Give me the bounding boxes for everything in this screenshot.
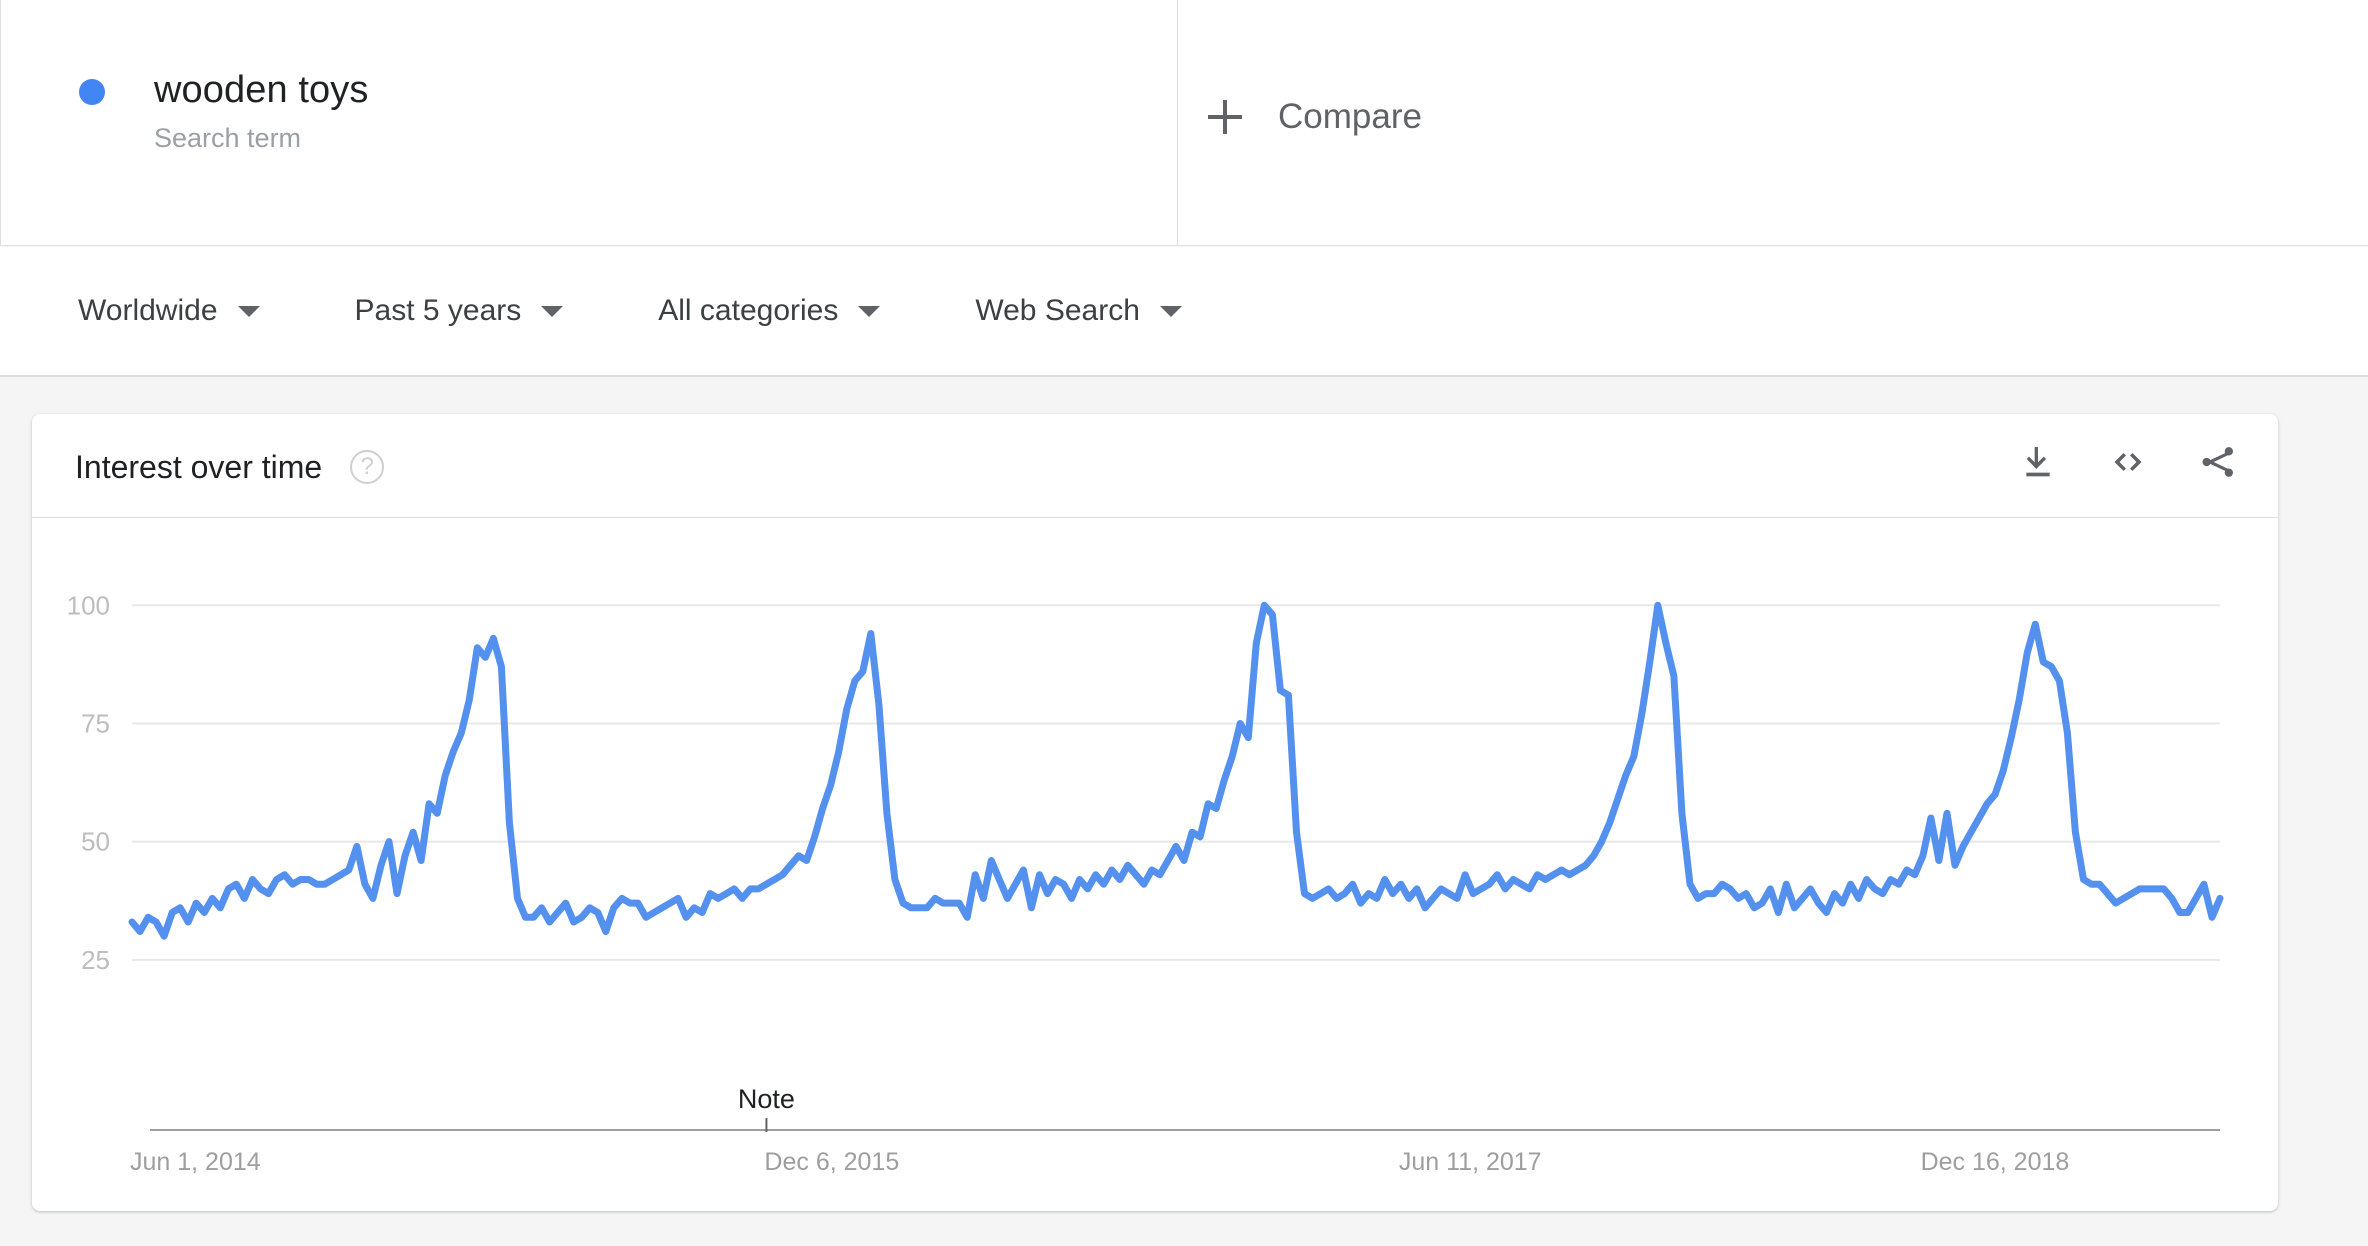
share-button[interactable] bbox=[2196, 440, 2240, 484]
chevron-down-icon bbox=[237, 305, 260, 317]
interest-over-time-card: Interest over time ? 25 50 75 100 Note J… bbox=[32, 414, 2278, 1211]
plus-icon bbox=[1208, 100, 1242, 134]
search-term-label: wooden toys bbox=[154, 69, 369, 111]
page-title: Interest over time bbox=[75, 449, 323, 485]
time-range-filter-label: Past 5 years bbox=[354, 294, 522, 327]
card-header: Interest over time ? bbox=[32, 414, 2278, 518]
card-actions bbox=[2016, 440, 2240, 484]
compare-card[interactable]: Compare bbox=[1178, 0, 2368, 245]
category-filter-label: All categories bbox=[658, 294, 839, 327]
x-axis-tick-label: Dec 16, 2018 bbox=[1921, 1148, 2070, 1176]
x-axis-tick-label: Jun 1, 2014 bbox=[130, 1148, 261, 1176]
filter-bar: Worldwide Past 5 years All categories We… bbox=[0, 247, 2368, 377]
download-csv-button[interactable] bbox=[2016, 440, 2060, 484]
note-annotation[interactable]: Note bbox=[738, 1084, 795, 1114]
time-range-filter[interactable]: Past 5 years bbox=[355, 293, 564, 329]
search-term-bar: wooden toys Search term Compare bbox=[0, 0, 2368, 246]
y-axis-tick-label: 100 bbox=[67, 590, 110, 620]
chart-plot-area: 25 50 75 100 Note Jun 1, 2014 Dec 6, 2015 Jun 1… bbox=[32, 518, 2278, 1211]
card-title-wrap: Interest over time ? bbox=[75, 447, 385, 487]
series-line-wooden-toys[interactable] bbox=[128, 601, 2224, 940]
chevron-down-icon bbox=[858, 305, 881, 317]
search-term-card[interactable]: wooden toys Search term bbox=[0, 0, 1178, 245]
help-glyph: ? bbox=[360, 453, 374, 480]
search-term-type: Search term bbox=[154, 123, 302, 153]
compare-label: Compare bbox=[1278, 97, 1422, 136]
chevron-down-icon bbox=[541, 305, 564, 317]
search-term-content: wooden toys Search term bbox=[79, 66, 368, 155]
search-type-filter[interactable]: Web Search bbox=[975, 293, 1182, 329]
y-axis-tick-label: 25 bbox=[81, 945, 110, 975]
series-color-dot bbox=[79, 79, 105, 105]
location-filter-label: Worldwide bbox=[78, 294, 218, 327]
x-axis-tick-label: Dec 6, 2015 bbox=[764, 1148, 899, 1176]
y-axis-tick-label: 75 bbox=[81, 708, 110, 738]
category-filter[interactable]: All categories bbox=[658, 293, 881, 329]
location-filter[interactable]: Worldwide bbox=[78, 293, 260, 329]
chevron-down-icon bbox=[1159, 305, 1182, 317]
interest-over-time-chart[interactable]: 25 50 75 100 Note Jun 1, 2014 Dec 6, 2015 Jun 1… bbox=[32, 518, 2278, 1211]
embed-button[interactable] bbox=[2106, 440, 2150, 484]
help-circle-icon[interactable]: ? bbox=[350, 450, 385, 484]
add-comparison-button[interactable]: Compare bbox=[1208, 96, 1422, 138]
x-axis-tick-label: Jun 11, 2017 bbox=[1399, 1148, 1542, 1176]
y-axis-tick-label: 50 bbox=[81, 827, 110, 857]
search-type-filter-label: Web Search bbox=[975, 294, 1140, 327]
